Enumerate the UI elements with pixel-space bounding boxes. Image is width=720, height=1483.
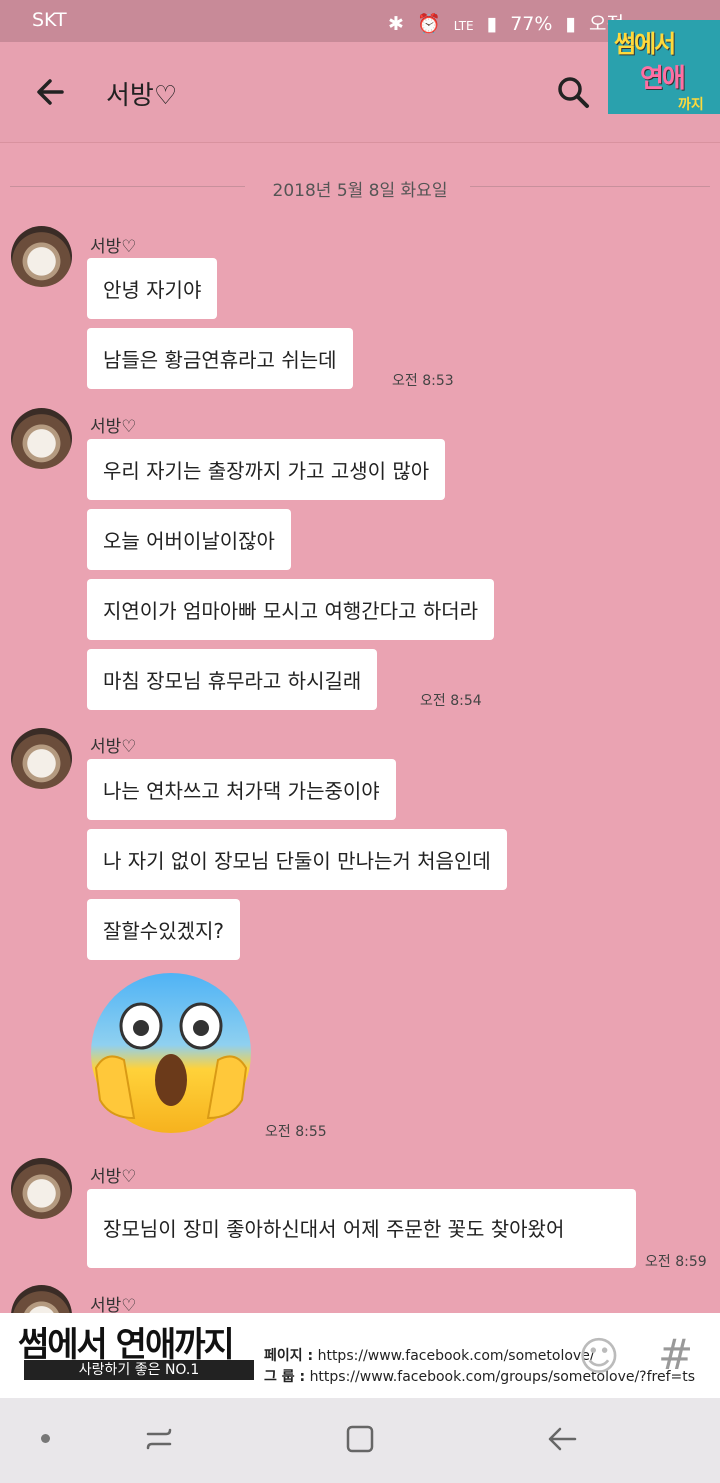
message-time: 오전 8:55 xyxy=(265,1124,327,1140)
message-bubble[interactable]: 지연이가 엄마아빠 모시고 여행간다고 하더라 xyxy=(87,579,495,640)
scared-face-emoji[interactable] xyxy=(86,968,256,1138)
sender-name: 서방♡ xyxy=(90,417,137,437)
page-label: 페이지 : xyxy=(264,1348,314,1364)
hashtag-icon[interactable]: # xyxy=(658,1330,693,1379)
message-bubble[interactable]: 남들은 황금연휴라고 쉬는데 xyxy=(87,328,353,389)
sender-name: 서방♡ xyxy=(90,1167,137,1187)
search-icon[interactable] xyxy=(553,72,593,112)
message-bubble[interactable]: 장모님이 장미 좋아하신대서 어제 주문한 꽃도 찾아왔어 xyxy=(87,1189,636,1268)
sender-name: 서방♡ xyxy=(90,737,137,757)
avatar[interactable] xyxy=(11,408,72,469)
channel-logo: 썸에서 연애 까지 xyxy=(608,20,720,114)
nav-dot-icon xyxy=(41,1434,50,1443)
message-bubble[interactable]: 나 자기 없이 장모님 단둘이 만나는거 처음인데 xyxy=(87,829,507,890)
system-nav-bar xyxy=(0,1398,720,1483)
back-arrow-icon[interactable] xyxy=(32,72,72,112)
bluetooth-icon: ✱ xyxy=(388,13,404,35)
page-url[interactable]: https://www.facebook.com/sometolove/ xyxy=(318,1348,595,1364)
sender-name: 서방♡ xyxy=(90,237,137,257)
banner-links: 페이지 : https://www.facebook.com/sometolov… xyxy=(264,1346,695,1388)
message-bubble[interactable]: 안녕 자기야 xyxy=(87,258,218,319)
message-bubble[interactable]: 오늘 어버이날이잖아 xyxy=(87,509,291,570)
banner-title: 썸에서 연애까지 xyxy=(18,1325,235,1365)
carrier-label: SKT xyxy=(32,9,67,31)
avatar[interactable] xyxy=(11,1158,72,1219)
group-url[interactable]: https://www.facebook.com/groups/sometolo… xyxy=(310,1369,695,1385)
message-time: 오전 8:59 xyxy=(645,1254,707,1270)
chat-title: 서방♡ xyxy=(106,81,178,111)
message-time: 오전 8:54 xyxy=(420,693,482,709)
home-icon[interactable] xyxy=(343,1422,377,1456)
message-bubble[interactable]: 마침 장모님 휴무라고 하시길래 xyxy=(87,649,378,710)
avatar[interactable] xyxy=(11,728,72,789)
date-divider: 2018년 5월 8일 화요일 xyxy=(10,176,710,201)
signal-icon: ▮ xyxy=(486,13,498,35)
message-bubble[interactable]: 나는 연차쓰고 처가댁 가는중이야 xyxy=(87,759,396,820)
message-time: 오전 8:53 xyxy=(392,373,454,389)
date-label: 2018년 5월 8일 화요일 xyxy=(272,181,448,201)
emoticon-icon[interactable]: ☺ xyxy=(578,1334,620,1380)
message-bubble[interactable]: 우리 자기는 출장까지 가고 고생이 많아 xyxy=(87,439,446,500)
recent-apps-icon[interactable] xyxy=(142,1422,176,1456)
banner-subtitle: 사랑하기 좋은 NO.1 xyxy=(24,1360,254,1380)
alarm-icon: ⏰ xyxy=(416,13,441,35)
status-icons: ✱ ⏰ LTE ▮ 77% ▮ 오전 xyxy=(388,9,631,36)
back-nav-icon[interactable] xyxy=(545,1422,579,1456)
message-bubble[interactable]: 잘할수있겠지? xyxy=(87,899,241,960)
group-label: 그 룹 : xyxy=(264,1369,306,1385)
network-label: LTE xyxy=(453,19,474,33)
battery-icon: ▮ xyxy=(565,13,576,35)
avatar[interactable] xyxy=(11,226,72,287)
battery-percent: 77% xyxy=(510,13,553,35)
logo-text: 썸에서 xyxy=(614,30,676,58)
